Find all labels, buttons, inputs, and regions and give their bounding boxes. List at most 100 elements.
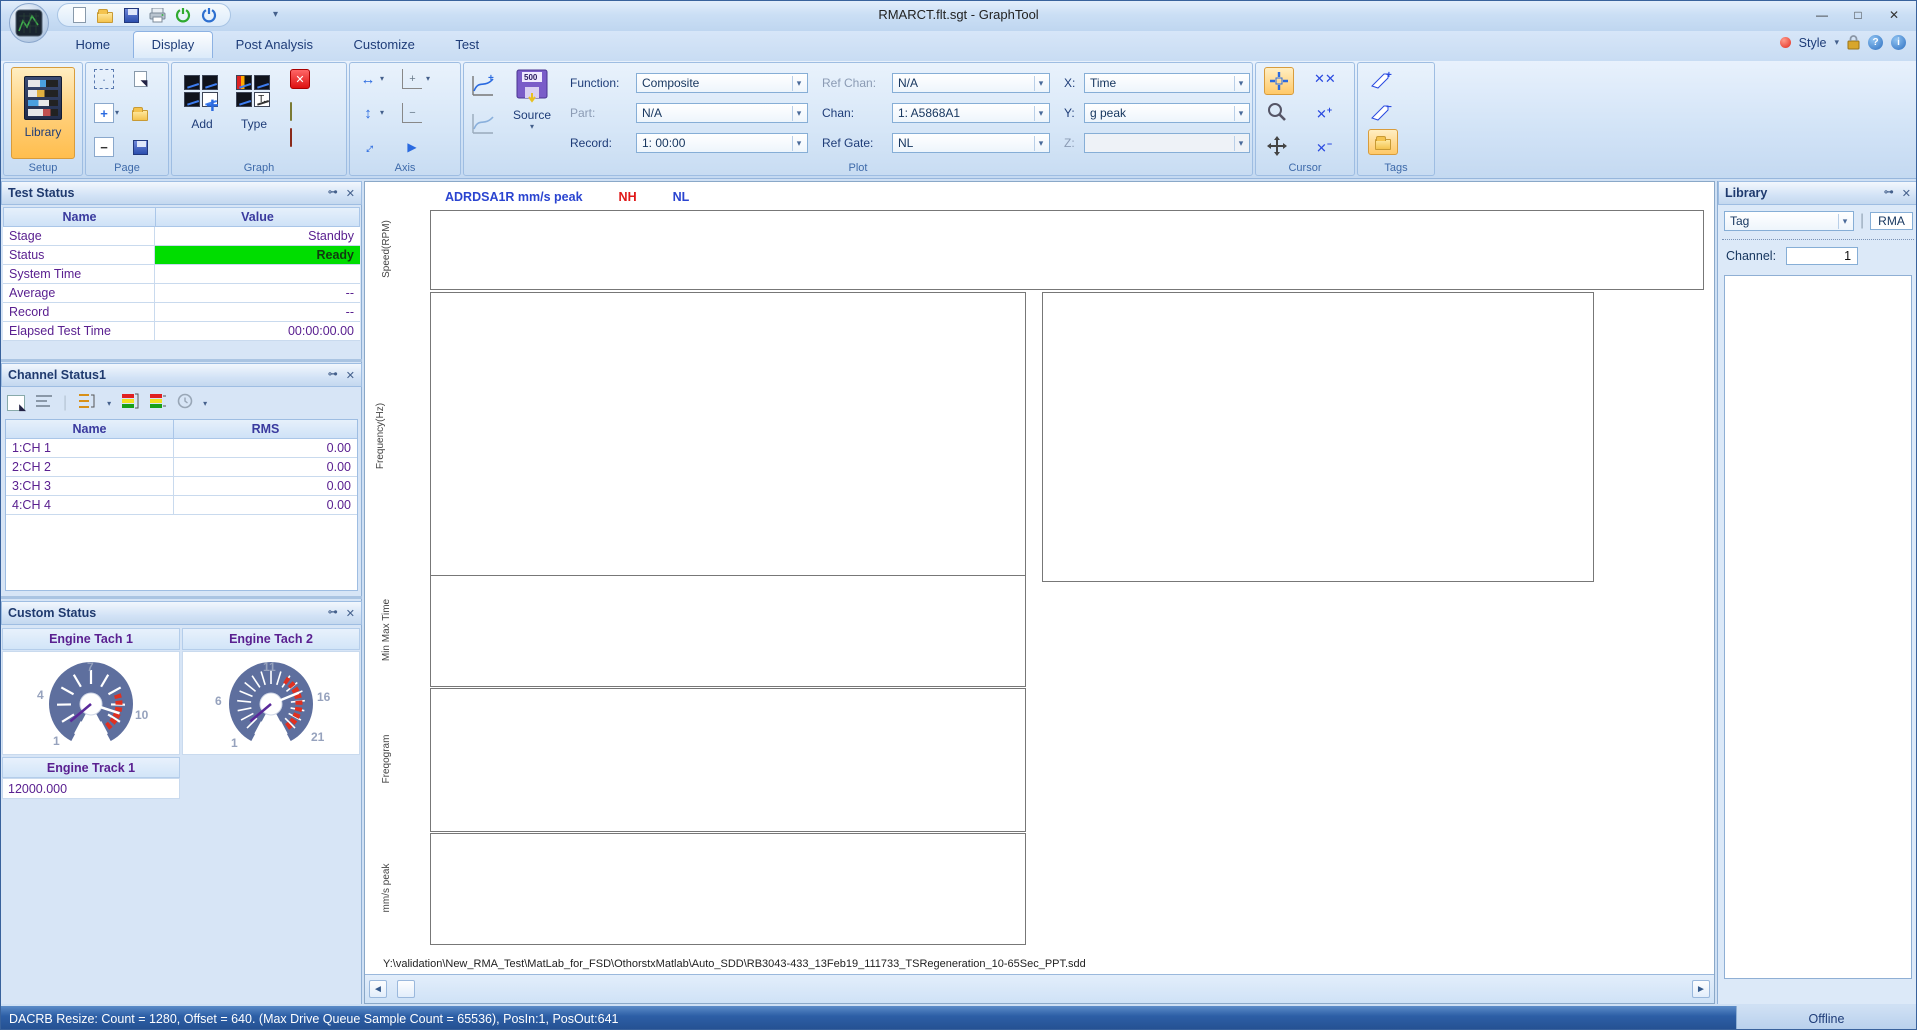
group-label-tags: Tags bbox=[1358, 162, 1434, 174]
tab-customize[interactable]: Customize bbox=[335, 32, 432, 58]
axis-zoom-in-icon[interactable]: + bbox=[402, 69, 422, 89]
hierarchy-caret-icon[interactable]: ▾ bbox=[107, 399, 111, 408]
delete-graph-icon[interactable]: ✕ bbox=[290, 69, 310, 89]
about-icon[interactable]: i bbox=[1891, 35, 1906, 50]
pin-icon[interactable]: ⊶ bbox=[328, 607, 338, 620]
pin-icon[interactable]: ⊶ bbox=[1884, 187, 1894, 200]
part-select[interactable]: N/A▾ bbox=[636, 103, 808, 123]
close-panel-icon[interactable]: ✕ bbox=[346, 187, 355, 200]
channel-rms: 0.00 bbox=[174, 458, 357, 476]
page-select-icon[interactable]: · bbox=[94, 69, 114, 89]
help-icon[interactable]: ? bbox=[1868, 35, 1883, 50]
channel-row[interactable]: 2:CH 20.00 bbox=[6, 458, 357, 477]
graph-display-area[interactable]: ADRDSA1R mm/s peak NH NL Speed(RPM) Freq… bbox=[364, 181, 1715, 1004]
peak-hold-plot[interactable] bbox=[1042, 292, 1594, 582]
add-cursor-icon[interactable]: ✕+ bbox=[1316, 105, 1332, 122]
open-page-icon[interactable] bbox=[130, 103, 150, 123]
open-tags-icon[interactable] bbox=[1368, 129, 1398, 155]
function-select[interactable]: Composite▾ bbox=[636, 73, 808, 93]
close-panel-icon[interactable]: ✕ bbox=[346, 607, 355, 620]
close-panel-icon[interactable]: ✕ bbox=[1902, 187, 1911, 200]
chan-select[interactable]: 1: A5868A1▾ bbox=[892, 103, 1050, 123]
zoom-icon[interactable] bbox=[1266, 101, 1288, 128]
x-axis-caret-icon[interactable]: ▾ bbox=[380, 74, 384, 83]
test-status-panel: Test Status ⊶✕ Name Value StageStandbySt… bbox=[1, 181, 362, 357]
axis-pointer-icon[interactable]: ▶ bbox=[402, 137, 422, 157]
application-menu-button[interactable] bbox=[9, 3, 49, 43]
clock-caret-icon[interactable]: ▾ bbox=[203, 399, 207, 408]
channel-row[interactable]: 1:CH 10.00 bbox=[6, 439, 357, 458]
hierarchy-icon[interactable] bbox=[77, 393, 97, 414]
add-page-tab-button[interactable] bbox=[397, 980, 415, 998]
channel-row[interactable]: 3:CH 30.00 bbox=[6, 477, 357, 496]
add-tag-icon[interactable]: + bbox=[1370, 69, 1394, 94]
panel-splitter[interactable] bbox=[1, 359, 362, 362]
tag-select[interactable]: Tag▾ bbox=[1724, 211, 1854, 231]
add-page-caret-icon[interactable]: ▾ bbox=[115, 108, 119, 117]
pan-icon[interactable] bbox=[1266, 135, 1288, 162]
ref-chan-select[interactable]: N/A▾ bbox=[892, 73, 1050, 93]
xy-axis-scale-icon[interactable]: ↔ bbox=[354, 133, 382, 161]
remove-tag-icon[interactable]: − bbox=[1370, 101, 1394, 126]
record-select[interactable]: 1: 00:00▾ bbox=[636, 133, 808, 153]
stacked-curves-icon[interactable] bbox=[290, 129, 292, 147]
source-button[interactable]: 500 Source ▾ bbox=[504, 69, 560, 165]
ribbon-group-cursor: ✕✕ ✕+ ✕− Cursor bbox=[1255, 62, 1355, 176]
tab-post-analysis[interactable]: Post Analysis bbox=[218, 32, 331, 58]
remove-page-icon[interactable]: − bbox=[94, 137, 114, 157]
axis-zoom-caret-icon[interactable]: ▾ bbox=[426, 74, 430, 83]
tab-home[interactable]: Home bbox=[57, 32, 128, 58]
connection-status: Offline bbox=[1736, 1006, 1916, 1030]
rows-icon[interactable] bbox=[35, 394, 53, 413]
rma-button[interactable]: RMA bbox=[1870, 212, 1913, 230]
y-axis-scale-icon[interactable]: ↕ bbox=[358, 103, 378, 123]
channel-col-name: Name bbox=[6, 420, 174, 439]
axis-zoom-out-icon[interactable]: − bbox=[402, 103, 422, 123]
add-page-icon[interactable]: + bbox=[94, 103, 114, 123]
save-page-icon[interactable] bbox=[130, 137, 150, 157]
plot-trace-icon[interactable] bbox=[470, 111, 496, 142]
page-properties-icon[interactable]: ◥ bbox=[130, 69, 150, 89]
tab-display[interactable]: Display bbox=[133, 31, 214, 58]
library-button[interactable]: Library bbox=[11, 67, 75, 159]
y-axis-caret-icon[interactable]: ▾ bbox=[380, 108, 384, 117]
spectrogram-plot[interactable] bbox=[430, 292, 1026, 582]
rpm-strip-plot[interactable] bbox=[430, 210, 1704, 290]
scroll-tabs-right-icon[interactable]: ► bbox=[1692, 980, 1710, 998]
freqogram-plot[interactable] bbox=[430, 688, 1026, 832]
limit-colors-alt-icon[interactable] bbox=[149, 393, 167, 414]
clock-icon[interactable] bbox=[177, 393, 193, 414]
mms-peak-plot[interactable] bbox=[430, 833, 1026, 945]
minimize-button[interactable]: — bbox=[1806, 5, 1838, 25]
remove-cursor-icon[interactable]: ✕− bbox=[1316, 139, 1332, 156]
svg-text:−: − bbox=[1386, 102, 1392, 113]
channel-input[interactable]: 1 bbox=[1786, 247, 1858, 265]
lock-icon[interactable] bbox=[1847, 35, 1860, 50]
group-label-cursor: Cursor bbox=[1256, 162, 1354, 174]
close-button[interactable]: ✕ bbox=[1878, 5, 1910, 25]
close-panel-icon[interactable]: ✕ bbox=[346, 369, 355, 382]
tab-test[interactable]: Test bbox=[437, 32, 497, 58]
x-axis-select[interactable]: Time▾ bbox=[1084, 73, 1250, 93]
graph-type-button[interactable]: T. Type bbox=[230, 67, 278, 159]
paired-cursor-icon[interactable]: ✕✕ bbox=[1314, 71, 1336, 87]
pin-icon[interactable]: ⊶ bbox=[328, 187, 338, 200]
z-axis-select[interactable]: ▾ bbox=[1084, 133, 1250, 153]
overlay-curves-icon[interactable] bbox=[290, 103, 292, 121]
pin-icon[interactable]: ⊶ bbox=[328, 369, 338, 382]
style-button[interactable]: Style bbox=[1799, 36, 1827, 50]
x-axis-scale-icon[interactable]: ↔ bbox=[358, 69, 378, 89]
scroll-tabs-left-icon[interactable]: ◄ bbox=[369, 980, 387, 998]
y-axis-select[interactable]: g peak▾ bbox=[1084, 103, 1250, 123]
add-graph-button[interactable]: + Add bbox=[178, 67, 226, 159]
ref-gate-select[interactable]: NL▾ bbox=[892, 133, 1050, 153]
plot-add-trace-icon[interactable]: + bbox=[470, 73, 496, 104]
limit-colors-icon[interactable] bbox=[121, 393, 139, 414]
maximize-button[interactable]: □ bbox=[1842, 5, 1874, 25]
cursor-center-icon[interactable] bbox=[1264, 67, 1294, 95]
cursor-page-icon[interactable]: ◣ bbox=[7, 395, 25, 411]
minmax-plot[interactable] bbox=[430, 575, 1026, 687]
style-caret-icon[interactable]: ▾ bbox=[1834, 37, 1839, 48]
channel-row[interactable]: 4:CH 40.00 bbox=[6, 496, 357, 515]
panel-splitter[interactable] bbox=[1, 596, 362, 599]
